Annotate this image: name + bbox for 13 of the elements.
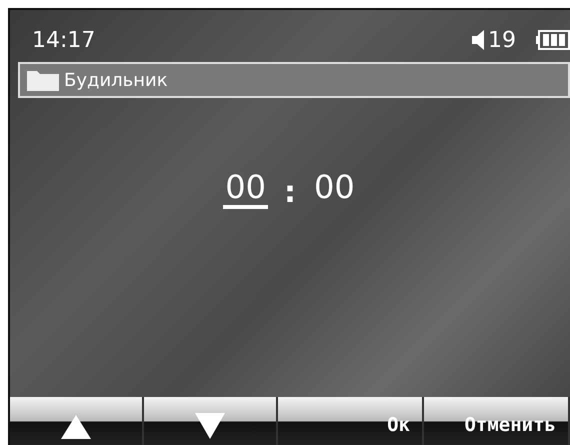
- folder-icon: [26, 68, 60, 92]
- up-softkey[interactable]: [10, 397, 144, 445]
- triangle-up-icon: [61, 415, 91, 439]
- volume-level: 19: [488, 26, 516, 54]
- time-field[interactable]: 00: [223, 170, 268, 210]
- time-field[interactable]: 00: [312, 170, 357, 206]
- triangle-down-icon: [195, 413, 225, 439]
- speaker-icon: [472, 30, 484, 50]
- screen-title: Будильник: [64, 68, 168, 92]
- clock-time: 14:17: [32, 26, 96, 54]
- down-softkey[interactable]: [144, 397, 278, 445]
- time-separator: :: [284, 174, 296, 212]
- battery-icon: [536, 30, 570, 50]
